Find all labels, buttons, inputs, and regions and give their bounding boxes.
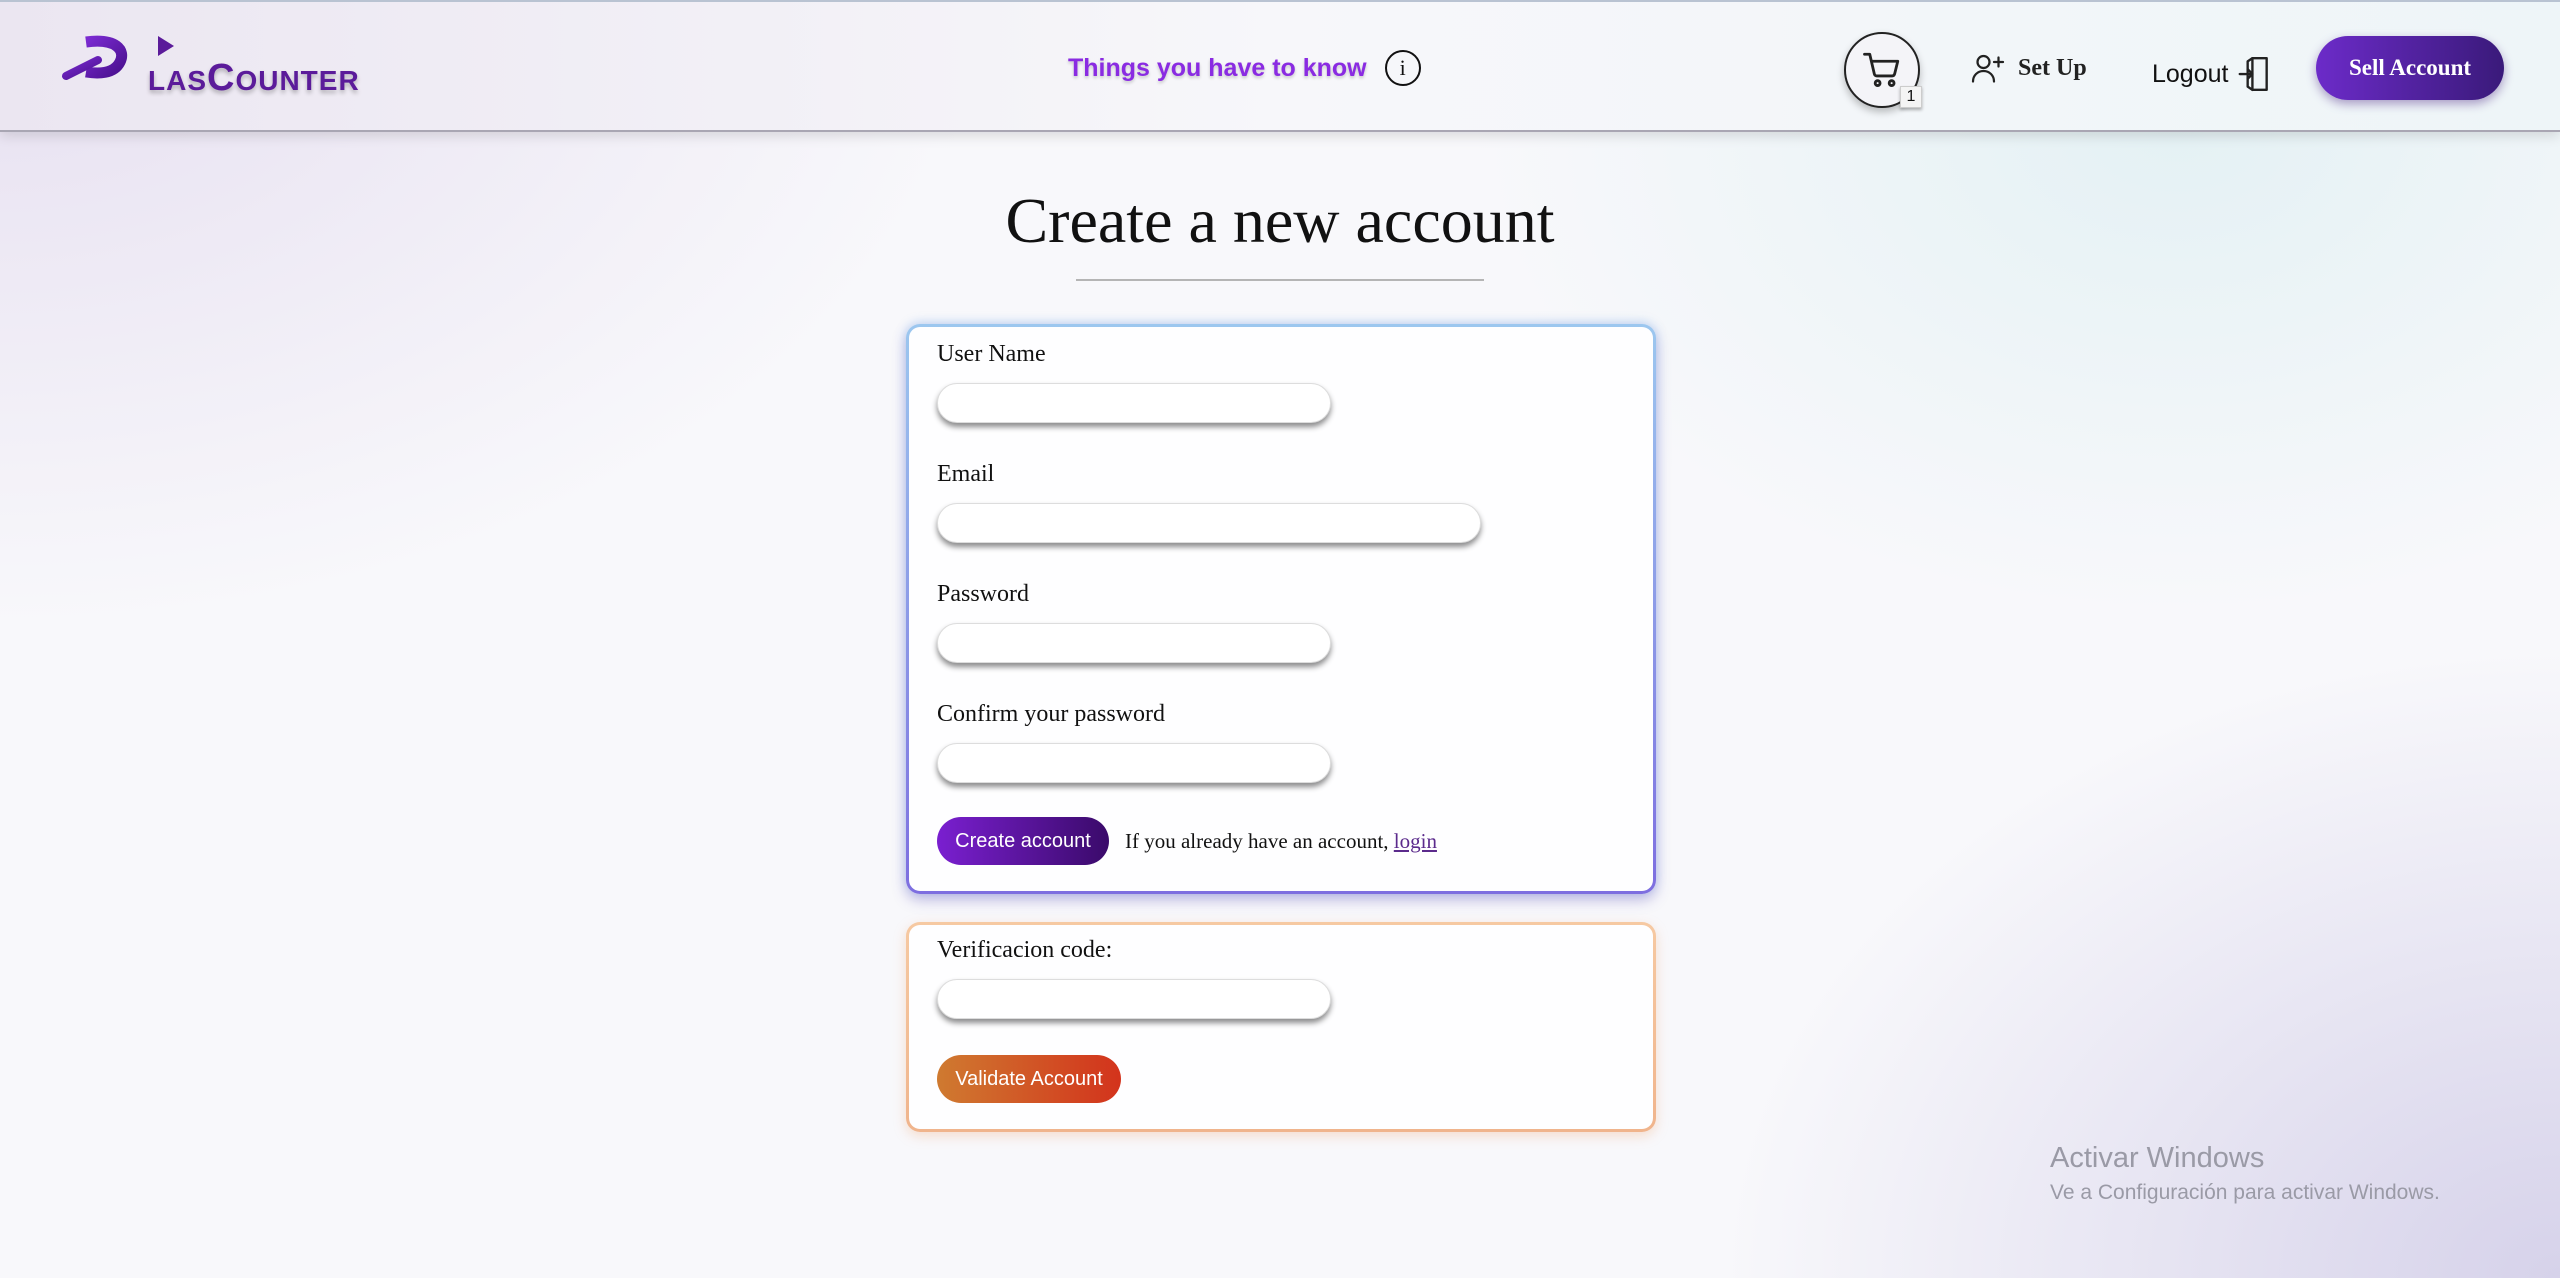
login-prompt-text: If you already have an account,	[1125, 829, 1394, 853]
things-to-know-label[interactable]: Things you have to know	[1068, 54, 1367, 83]
page-title: Create a new account	[1005, 185, 1555, 256]
brand-logo[interactable]: LAS C OUNTER	[58, 32, 368, 110]
user-plus-icon	[1971, 54, 2005, 83]
things-to-know-link[interactable]: Things you have to know i	[1068, 46, 1421, 90]
username-input[interactable]	[937, 383, 1331, 423]
cart-button[interactable]: 1	[1844, 32, 1922, 108]
login-prompt: If you already have an account, login	[1125, 829, 1437, 854]
watermark-subtitle: Ve a Configuración para activar Windows.	[2050, 1181, 2440, 1204]
sell-account-button[interactable]: Sell Account	[2316, 36, 2504, 100]
verification-form-card: Verificacion code: Validate Account	[906, 922, 1656, 1132]
register-form-card: User Name Email Password Confirm your pa…	[906, 324, 1656, 894]
logout-door-icon	[2239, 56, 2269, 92]
create-account-button[interactable]: Create account	[937, 817, 1109, 865]
verification-code-label: Verificacion code:	[937, 937, 1113, 963]
watermark-title: Activar Windows	[2050, 1142, 2265, 1174]
validate-account-button[interactable]: Validate Account	[937, 1055, 1121, 1103]
verification-code-input[interactable]	[937, 979, 1331, 1019]
username-label: User Name	[937, 341, 1046, 367]
info-icon[interactable]: i	[1384, 50, 1421, 86]
setup-label[interactable]: Set Up	[2018, 55, 2087, 82]
top-navbar: LAS C OUNTER Things you have to know i 1 S…	[0, 0, 2560, 132]
email-label: Email	[937, 461, 995, 487]
setup-link[interactable]: Set Up	[1970, 46, 2087, 90]
cart-icon	[1863, 52, 1900, 87]
password-input[interactable]	[937, 623, 1331, 663]
logout-link[interactable]: Logout	[2152, 52, 2270, 96]
password-label: Password	[937, 581, 1030, 607]
windows-activation-watermark: Activar Windows Ve a Configuración para …	[2050, 1142, 2440, 1205]
confirm-password-input[interactable]	[937, 743, 1331, 783]
confirm-password-label: Confirm your password	[937, 701, 1165, 727]
logo-wordmark: LAS C OUNTER	[148, 56, 360, 99]
cart-count-badge: 1	[1900, 86, 1922, 108]
email-input[interactable]	[937, 503, 1481, 543]
title-divider	[1076, 279, 1484, 281]
login-link[interactable]: login	[1394, 829, 1437, 853]
logout-label[interactable]: Logout	[2152, 60, 2228, 89]
